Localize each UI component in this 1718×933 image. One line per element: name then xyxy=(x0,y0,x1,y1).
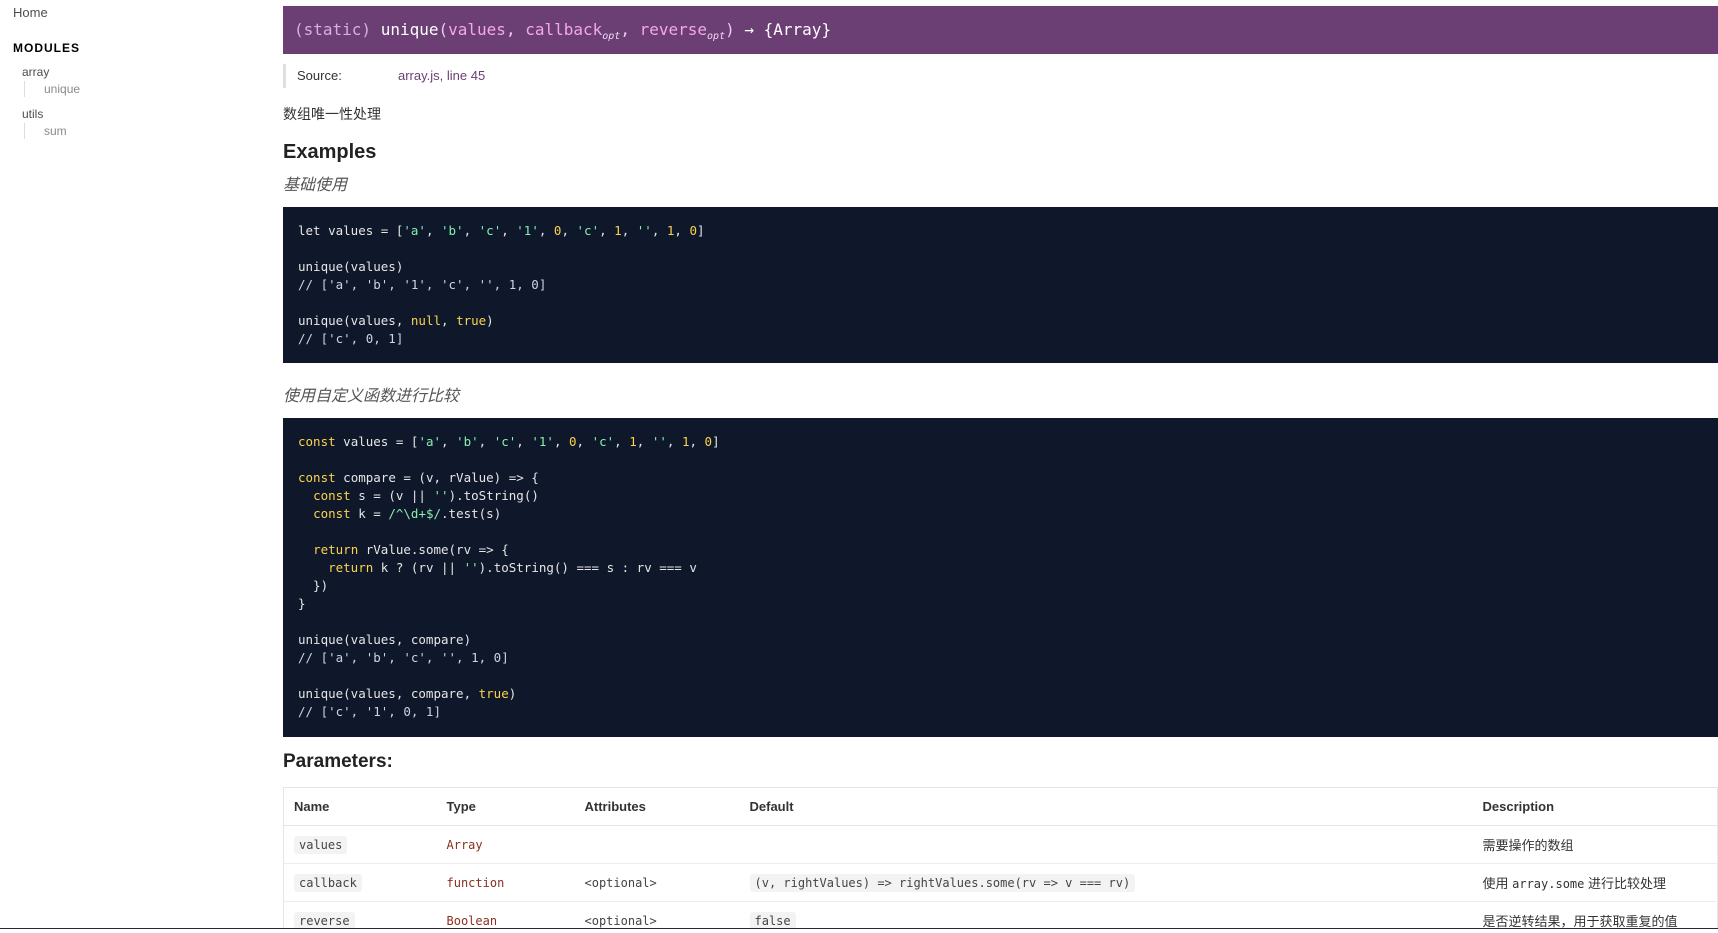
sig-name: unique xyxy=(380,20,439,39)
code-example-custom: const values = ['a', 'b', 'c', '1', 0, '… xyxy=(283,418,1718,737)
nav-module-utils[interactable]: utils xyxy=(22,107,43,121)
param-description: 使用 xyxy=(1482,876,1513,891)
sig-return-type: {Array} xyxy=(763,20,832,39)
param-description: 是否逆转结果，用于获取重复的值 xyxy=(1482,914,1678,929)
table-row: values Array 需要操作的数组 xyxy=(283,825,1718,864)
sig-param-values: values xyxy=(448,20,506,39)
table-row: callback function <optional> (v, rightVa… xyxy=(283,863,1718,902)
col-header-attributes: Attributes xyxy=(574,787,740,826)
method-signature: (static) unique(values, callbackopt, rev… xyxy=(283,6,1718,54)
param-type: Boolean xyxy=(446,914,498,928)
source-file-link[interactable]: array.js xyxy=(398,68,440,83)
code-example-basic: let values = ['a', 'b', 'c', '1', 0, 'c'… xyxy=(283,207,1718,363)
sig-open: ( xyxy=(438,20,449,39)
col-header-default: Default xyxy=(739,787,1473,826)
sig-sep: , xyxy=(620,20,640,39)
sig-param-reverse: reverse xyxy=(639,20,708,39)
parameters-heading: Parameters: xyxy=(283,751,393,772)
param-description-post: 进行比较处理 xyxy=(1584,876,1666,891)
nav-module-array[interactable]: array xyxy=(22,65,49,79)
main-content: (static) unique(values, callbackopt, rev… xyxy=(283,0,1718,933)
source-row: Source: array.js, line 45 xyxy=(283,64,485,88)
sig-close: ) xyxy=(725,20,735,39)
param-type: function xyxy=(446,876,505,890)
example-caption-custom: 使用自定义函数进行比较 xyxy=(283,388,460,405)
window-bottom-edge xyxy=(0,928,1718,933)
sig-sep: , xyxy=(505,20,526,39)
col-header-description: Description xyxy=(1472,787,1718,826)
examples-heading: Examples xyxy=(283,141,377,163)
sig-opt-badge: opt xyxy=(602,31,621,43)
source-comma: , xyxy=(439,68,447,83)
param-attributes: <optional> xyxy=(584,914,657,928)
param-name: values xyxy=(294,836,348,854)
method-description: 数组唯一性处理 xyxy=(283,106,381,122)
nav-modules-heading: MODULES xyxy=(13,41,80,55)
param-description-code: array.some xyxy=(1512,877,1585,891)
parameters-table: Name Type Attributes Default Description… xyxy=(283,787,1718,933)
table-header-row: Name Type Attributes Default Description xyxy=(283,787,1718,826)
source-line-link[interactable]: line 45 xyxy=(447,68,485,83)
sig-opt-badge: opt xyxy=(707,31,726,43)
nav-sub-unique[interactable]: unique xyxy=(24,81,80,97)
source-label: Source: xyxy=(297,68,342,83)
sig-arrow: → xyxy=(734,20,764,39)
sidebar-nav: Home MODULES array unique utils sum xyxy=(0,0,258,933)
example-caption-basic: 基础使用 xyxy=(283,177,348,194)
param-description: 需要操作的数组 xyxy=(1482,838,1574,853)
param-name: callback xyxy=(294,874,362,892)
sig-param-callback: callback xyxy=(525,20,603,39)
param-default: (v, rightValues) => rightValues.some(rv … xyxy=(749,874,1136,892)
param-type: Array xyxy=(446,838,483,852)
sig-static: (static) xyxy=(294,20,381,39)
col-header-type: Type xyxy=(436,787,575,826)
param-attributes: <optional> xyxy=(584,876,657,890)
col-header-name: Name xyxy=(283,787,437,826)
nav-home-link[interactable]: Home xyxy=(13,5,48,20)
nav-sub-sum[interactable]: sum xyxy=(24,123,67,139)
